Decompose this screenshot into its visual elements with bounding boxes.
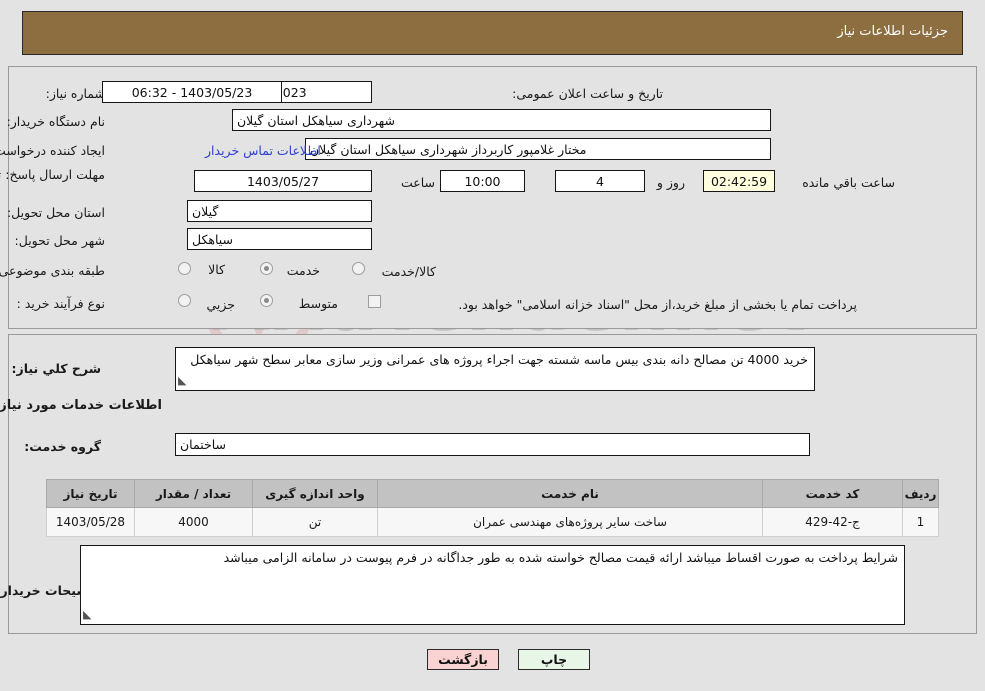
radio-classification-kala-khedmat[interactable]: [352, 262, 365, 275]
label-remaining-hours: ساعت باقي مانده: [802, 175, 895, 190]
textarea-need-summary[interactable]: خرید 4000 تن مصالح دانه بندی بیس ماسه شس…: [175, 347, 815, 391]
label-classification-kala-khedmat: کالا/خدمت: [381, 264, 436, 279]
radio-process-motavasset[interactable]: [260, 294, 273, 307]
label-buyer-org: نام دستگاه خریدار:: [6, 114, 105, 129]
label-service-group: گروه خدمت:: [24, 439, 101, 454]
title-bar: جزئیات اطلاعات نیاز: [22, 11, 963, 55]
label-response-deadline: مهلت ارسال پاسخ: تا تاریخ:: [0, 167, 105, 182]
th-unit: واحد اندازه گیری: [252, 479, 378, 508]
label-days-and: روز و: [656, 175, 685, 190]
table-header-row: ردیف کد خدمت نام خدمت واحد اندازه گیری ت…: [46, 479, 939, 508]
table-row: 1 ج-42-429 ساخت سایر پروژه‌های مهندسی عم…: [46, 507, 939, 537]
heading-services-info: اطلاعات خدمات مورد نیاز: [0, 398, 162, 413]
th-row-no: ردیف: [902, 479, 939, 508]
cell-quantity: 4000: [134, 507, 253, 537]
label-delivery-city: شهر محل تحویل:: [14, 233, 105, 248]
field-delivery-province[interactable]: گیلان: [187, 200, 372, 222]
services-table-wrapper: ردیف کد خدمت نام خدمت واحد اندازه گیری ت…: [46, 479, 939, 537]
resize-handle-need-summary[interactable]: ◢: [178, 374, 186, 387]
page-title: جزئیات اطلاعات نیاز: [837, 24, 948, 39]
cell-service-name: ساخت سایر پروژه‌های مهندسی عمران: [377, 507, 763, 537]
cell-service-code: ج-42-429: [762, 507, 903, 537]
th-service-code: کد خدمت: [762, 479, 903, 508]
radio-process-jozi[interactable]: [178, 294, 191, 307]
resize-handle-buyer-notes[interactable]: ◢: [83, 608, 91, 621]
field-countdown-timer: 02:42:59: [703, 170, 775, 192]
th-need-date: تاریخ نیاز: [46, 479, 135, 508]
field-requester[interactable]: مختار غلامپور کاربرداز شهرداری سیاهکل اس…: [305, 138, 771, 160]
th-service-name: نام خدمت: [377, 479, 763, 508]
label-delivery-province: استان محل تحویل:: [6, 205, 105, 220]
link-buyer-contact-info[interactable]: اطلاعات تماس خریدار: [205, 143, 321, 158]
field-remaining-days: 4: [555, 170, 645, 192]
label-purchase-process: نوع فرآیند خرید :: [16, 296, 105, 311]
checkbox-islamic-treasury[interactable]: [368, 295, 381, 308]
label-deadline-time: ساعت: [400, 175, 435, 190]
field-deadline-date[interactable]: 1403/05/27: [194, 170, 372, 192]
field-service-group[interactable]: ساختمان: [175, 433, 810, 456]
label-islamic-treasury: پرداخت تمام یا بخشی از مبلغ خرید،از محل …: [458, 297, 857, 312]
radio-classification-khedmat[interactable]: [260, 262, 273, 275]
label-requester: ایجاد کننده درخواست:: [0, 143, 105, 158]
textarea-buyer-notes[interactable]: شرایط پرداخت به صورت اقساط میباشد ارائه …: [80, 545, 905, 625]
cell-need-date: 1403/05/28: [46, 507, 135, 537]
field-announce-datetime[interactable]: 1403/05/23 - 06:32: [102, 81, 282, 103]
label-classification-kala: کالا: [208, 262, 225, 277]
print-button[interactable]: چاپ: [518, 649, 590, 670]
label-process-jozi: جزیي: [206, 297, 235, 312]
label-need-number: شماره نیاز:: [45, 86, 105, 101]
cell-unit: تن: [252, 507, 378, 537]
th-quantity: تعداد / مقدار: [134, 479, 253, 508]
label-process-motavasset: متوسط: [298, 296, 338, 311]
cell-row-no: 1: [902, 507, 939, 537]
label-announce-datetime: تاریخ و ساعت اعلان عمومی:: [512, 86, 663, 101]
field-deadline-time[interactable]: 10:00: [440, 170, 525, 192]
radio-classification-kala[interactable]: [178, 262, 191, 275]
field-delivery-city[interactable]: سیاهکل: [187, 228, 372, 250]
back-button[interactable]: بازگشت: [427, 649, 499, 670]
need-info-panel: [8, 66, 977, 329]
label-classification-khedmat: خدمت: [286, 263, 320, 278]
label-need-summary: شرح کلي نیاز:: [11, 361, 101, 376]
field-buyer-org[interactable]: شهرداری سیاهکل استان گیلان: [232, 109, 771, 131]
services-table: ردیف کد خدمت نام خدمت واحد اندازه گیری ت…: [46, 479, 939, 537]
label-classification: طبقه بندی موضوعی:: [0, 263, 105, 278]
